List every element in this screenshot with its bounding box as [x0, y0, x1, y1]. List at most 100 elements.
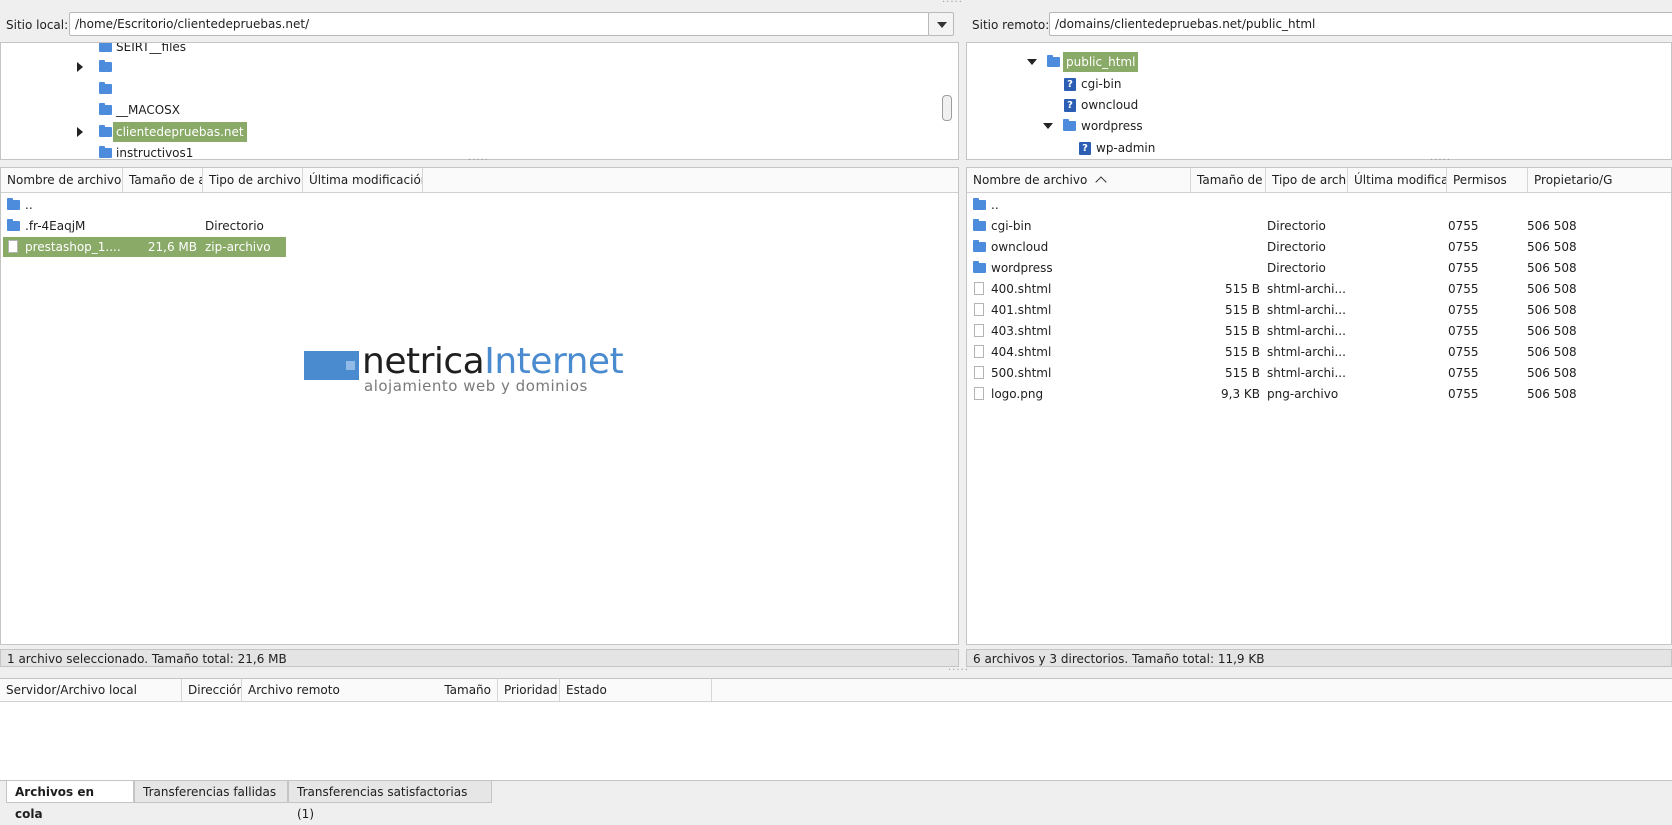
local-tree-row[interactable]: SEIRT__files — [1, 42, 941, 57]
file-name: owncloud — [991, 240, 1049, 254]
remote-tree-row[interactable]: ? wp-admin — [967, 138, 1667, 158]
file-name: cgi-bin — [991, 219, 1032, 233]
remote-status-bar: 6 archivos y 3 directorios. Tamaño total… — [966, 649, 1672, 667]
remote-site-bar: Sitio remoto: /domains/clientedepruebas.… — [966, 8, 1672, 42]
remote-tree-row[interactable]: public_html — [967, 52, 1667, 72]
queue-splitter-grip[interactable]: ····· — [948, 666, 969, 676]
file-name: 400.shtml — [991, 282, 1052, 296]
file-row[interactable]: wordpress Directorio 0755 506 508 — [967, 258, 1671, 278]
file-permissions: 0755 — [1448, 387, 1479, 401]
collapse-arrow-icon[interactable] — [1027, 59, 1037, 65]
file-permissions: 0755 — [1448, 240, 1479, 254]
file-row[interactable]: 400.shtml 515 B shtml-archi... 0755 506 508 — [967, 279, 1671, 299]
folder-icon — [99, 60, 112, 72]
file-name: .. — [991, 198, 999, 212]
column-header-permissions[interactable]: Permisos — [1447, 168, 1528, 192]
file-row[interactable]: .fr-4EaqjM Directorio — [1, 216, 958, 236]
local-path-dropdown-button[interactable] — [928, 12, 954, 36]
remote-tree-row[interactable]: ? owncloud — [967, 95, 1667, 115]
file-type: zip-archivo — [205, 240, 271, 254]
remote-list-header: Nombre de archivo Tamaño de a Tipo de ar… — [967, 168, 1671, 193]
column-header-size[interactable]: Tamaño de a — [1191, 168, 1266, 192]
queue-col-status[interactable]: Estado — [560, 679, 712, 701]
column-header-name[interactable]: Nombre de archivo — [967, 168, 1191, 192]
queue-col-direction[interactable]: Dirección — [182, 679, 242, 701]
file-name: logo.png — [991, 387, 1044, 401]
file-owner: 506 508 — [1527, 261, 1577, 275]
local-pane-splitter-grip[interactable]: ····· — [468, 156, 489, 166]
file-row[interactable]: logo.png 9,3 KB png-archivo 0755 506 508 — [967, 384, 1671, 404]
column-header-type[interactable]: Tipo de archiv — [1266, 168, 1348, 192]
local-path-input[interactable]: /home/Escritorio/clientedepruebas.net/ — [69, 12, 929, 36]
file-name: 404.shtml — [991, 345, 1052, 359]
remote-pane-splitter-grip[interactable]: ····· — [1430, 156, 1451, 166]
transfer-queue: Servidor/Archivo local Dirección Archivo… — [0, 678, 1672, 781]
local-tree-row[interactable]: __MACOSX — [1, 100, 941, 120]
folder-icon — [99, 43, 112, 52]
column-header-type[interactable]: Tipo de archivo — [203, 168, 303, 192]
column-header-owner[interactable]: Propietario/G — [1528, 168, 1671, 192]
file-size: 515 B — [1225, 303, 1260, 317]
column-header-modified[interactable]: Última modificac — [1348, 168, 1447, 192]
file-row[interactable]: owncloud Directorio 0755 506 508 — [967, 237, 1671, 257]
local-tree-row[interactable]: clientedepruebas.net — [1, 122, 941, 142]
expand-arrow-icon[interactable] — [77, 127, 83, 137]
file-row[interactable]: .. — [1, 195, 958, 215]
scrollbar-thumb[interactable] — [942, 95, 952, 121]
tab-failed-transfers[interactable]: Transferencias fallidas — [134, 781, 288, 803]
file-row[interactable]: 404.shtml 515 B shtml-archi... 0755 506 508 — [967, 342, 1671, 362]
folder-icon — [99, 103, 112, 115]
file-row[interactable]: cgi-bin Directorio 0755 506 508 — [967, 216, 1671, 236]
unknown-folder-icon: ? — [1079, 142, 1091, 155]
column-header-name[interactable]: Nombre de archivo — [1, 168, 123, 192]
tab-successful-transfers[interactable]: Transferencias satisfactorias (1) — [288, 781, 492, 821]
file-row[interactable]: 403.shtml 515 B shtml-archi... 0755 506 508 — [967, 321, 1671, 341]
file-owner: 506 508 — [1527, 345, 1577, 359]
logo-word-internet: Internet — [484, 341, 624, 382]
remote-tree-row[interactable]: ? cgi-bin — [967, 74, 1667, 94]
file-row[interactable]: 500.shtml 515 B shtml-archi... 0755 506 508 — [967, 363, 1671, 383]
queue-tabs: Archivos en cola Transferencias fallidas… — [0, 781, 1672, 821]
netrica-logo: netricaInternet alojamiento web y domini… — [298, 336, 655, 405]
file-permissions: 0755 — [1448, 219, 1479, 233]
file-type: Directorio — [205, 219, 264, 233]
queue-col-size[interactable]: Tamaño — [372, 679, 498, 701]
queue-col-local[interactable]: Servidor/Archivo local — [0, 679, 182, 701]
queue-col-remote[interactable]: Archivo remoto — [242, 679, 372, 701]
top-splitter-grip[interactable]: ····· — [942, 0, 963, 8]
remote-path-input[interactable]: /domains/clientedepruebas.net/public_htm… — [1049, 12, 1672, 36]
remote-directory-tree: public_html ? cgi-bin ? owncloud wordpre… — [966, 42, 1672, 160]
expand-arrow-icon[interactable] — [77, 62, 83, 72]
column-header-modified[interactable]: Última modificación — [303, 168, 423, 192]
collapse-arrow-icon[interactable] — [1043, 123, 1053, 129]
logo-word-netrica: netrica — [362, 341, 485, 382]
file-name: 403.shtml — [991, 324, 1052, 338]
file-name: prestashop_1.... — [25, 240, 121, 254]
tab-queued-files[interactable]: Archivos en cola — [6, 781, 134, 821]
file-row-selected[interactable]: prestashop_1.... 21,6 MB zip-archivo — [1, 237, 286, 257]
file-name: wordpress — [991, 261, 1053, 275]
queue-header: Servidor/Archivo local Dirección Archivo… — [0, 679, 1672, 702]
file-owner: 506 508 — [1527, 366, 1577, 380]
file-row[interactable]: .. — [967, 195, 1671, 215]
local-tree-row[interactable] — [1, 57, 941, 77]
unknown-folder-icon: ? — [1064, 78, 1076, 91]
file-size: 21,6 MB — [147, 240, 197, 254]
column-header-name-label: Nombre de archivo — [973, 173, 1088, 187]
file-row[interactable]: 401.shtml 515 B shtml-archi... 0755 506 508 — [967, 300, 1671, 320]
queue-col-priority[interactable]: Prioridad — [498, 679, 560, 701]
local-tree-label: SEIRT__files — [116, 42, 187, 54]
file-type: shtml-archi... — [1267, 282, 1345, 296]
column-header-size[interactable]: Tamaño de a — [123, 168, 203, 192]
local-tree-row[interactable] — [1, 79, 941, 99]
remote-tree-label: cgi-bin — [1081, 77, 1122, 91]
file-permissions: 0755 — [1448, 261, 1479, 275]
logo-mark — [304, 351, 359, 380]
local-tree-scrollbar[interactable] — [941, 43, 953, 159]
remote-file-list: Nombre de archivo Tamaño de a Tipo de ar… — [966, 167, 1672, 645]
file-size: 9,3 KB — [1221, 387, 1260, 401]
folder-icon — [99, 125, 112, 137]
folder-icon — [99, 146, 112, 158]
file-type: Directorio — [1267, 219, 1326, 233]
remote-tree-row[interactable]: wordpress — [967, 116, 1667, 136]
